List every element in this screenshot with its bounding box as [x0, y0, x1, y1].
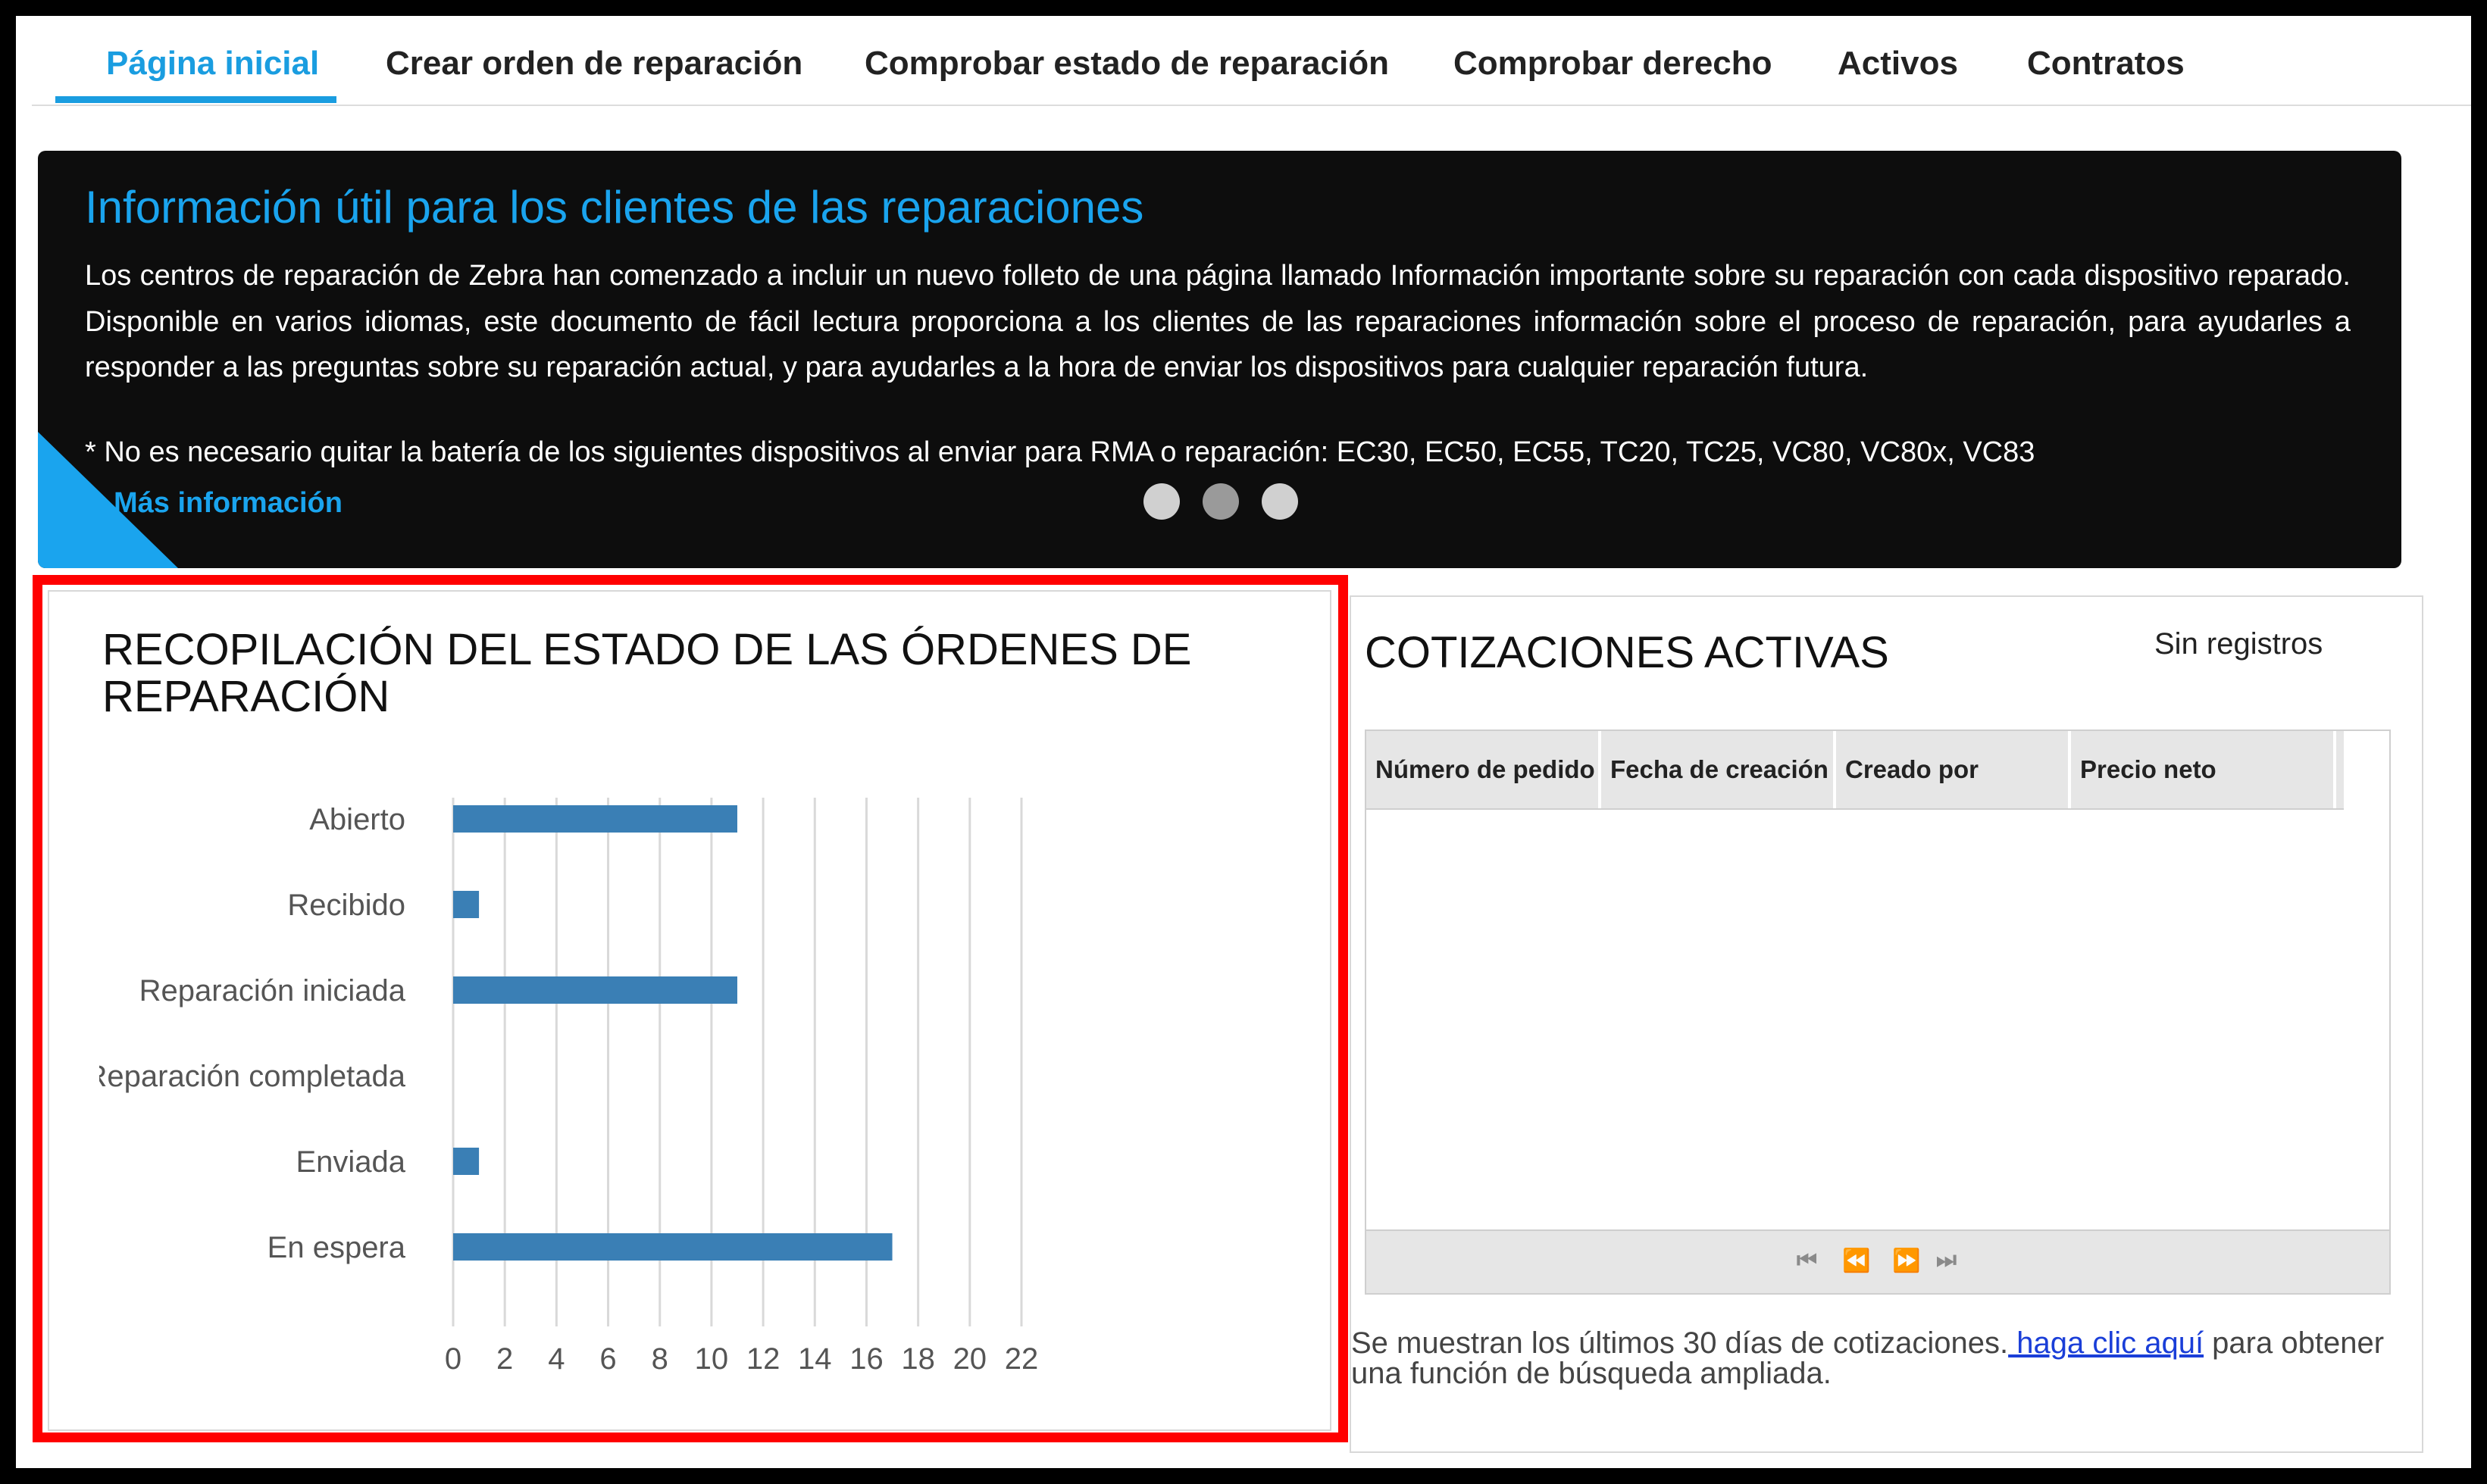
quotes-grid-header: Número de pedido Fecha de creación Cread…	[1366, 731, 2344, 810]
column-numero-pedido[interactable]: Número de pedido	[1366, 731, 1601, 808]
top-nav: Página inicial Crear orden de reparación…	[32, 16, 2471, 106]
quotes-footer-text: Se muestran los últimos 30 días de cotiz…	[1351, 1328, 2412, 1389]
tab-contratos[interactable]: Contratos	[2027, 45, 2185, 105]
banner-note: * No es necesario quitar la batería de l…	[85, 436, 2035, 468]
active-quotes-card: COTIZACIONES ACTIVAS Sin registros Númer…	[1350, 595, 2423, 1453]
column-precio-neto[interactable]: Precio neto	[2071, 731, 2336, 808]
tab-crear-orden[interactable]: Crear orden de reparación	[386, 45, 802, 105]
tab-comprobar-estado[interactable]: Comprobar estado de reparación	[865, 45, 1389, 105]
click-here-link[interactable]: haga clic aquí	[2008, 1326, 2204, 1360]
quotes-grid-pager: ⏮ ⏪ ⏩ ⏭	[1366, 1229, 2389, 1293]
no-records-label: Sin registros	[2154, 627, 2323, 661]
column-creado-por[interactable]: Creado por	[1836, 731, 2071, 808]
first-page-icon[interactable]: ⏮	[1797, 1248, 1817, 1273]
info-banner: Información útil para los clientes de la…	[38, 151, 2401, 568]
carousel-dot-2[interactable]	[1203, 483, 1239, 520]
next-page-icon[interactable]: ⏩	[1892, 1248, 1920, 1274]
active-tab-indicator	[55, 96, 336, 103]
banner-paragraph: Los centros de reparación de Zebra han c…	[85, 260, 2351, 383]
app-frame: Página inicial Crear orden de reparación…	[16, 16, 2471, 1468]
banner-title: Información útil para los clientes de la…	[85, 182, 1144, 233]
last-page-icon[interactable]: ⏭	[1936, 1248, 1957, 1273]
active-quotes-title: COTIZACIONES ACTIVAS	[1365, 628, 1889, 677]
carousel-dot-3[interactable]	[1262, 483, 1298, 520]
column-fecha-creacion[interactable]: Fecha de creación	[1601, 731, 1836, 808]
highlight-box	[33, 575, 1348, 1442]
tab-comprobar-derecho[interactable]: Comprobar derecho	[1453, 45, 1772, 105]
quotes-footer-before: Se muestran los últimos 30 días de cotiz…	[1351, 1326, 2009, 1360]
more-info-link[interactable]: Más información	[114, 487, 343, 520]
tab-activos[interactable]: Activos	[1838, 45, 1958, 105]
quotes-grid: Número de pedido Fecha de creación Cread…	[1365, 730, 2391, 1295]
prev-page-icon[interactable]: ⏪	[1842, 1248, 1870, 1274]
carousel-dot-1[interactable]	[1143, 483, 1180, 520]
